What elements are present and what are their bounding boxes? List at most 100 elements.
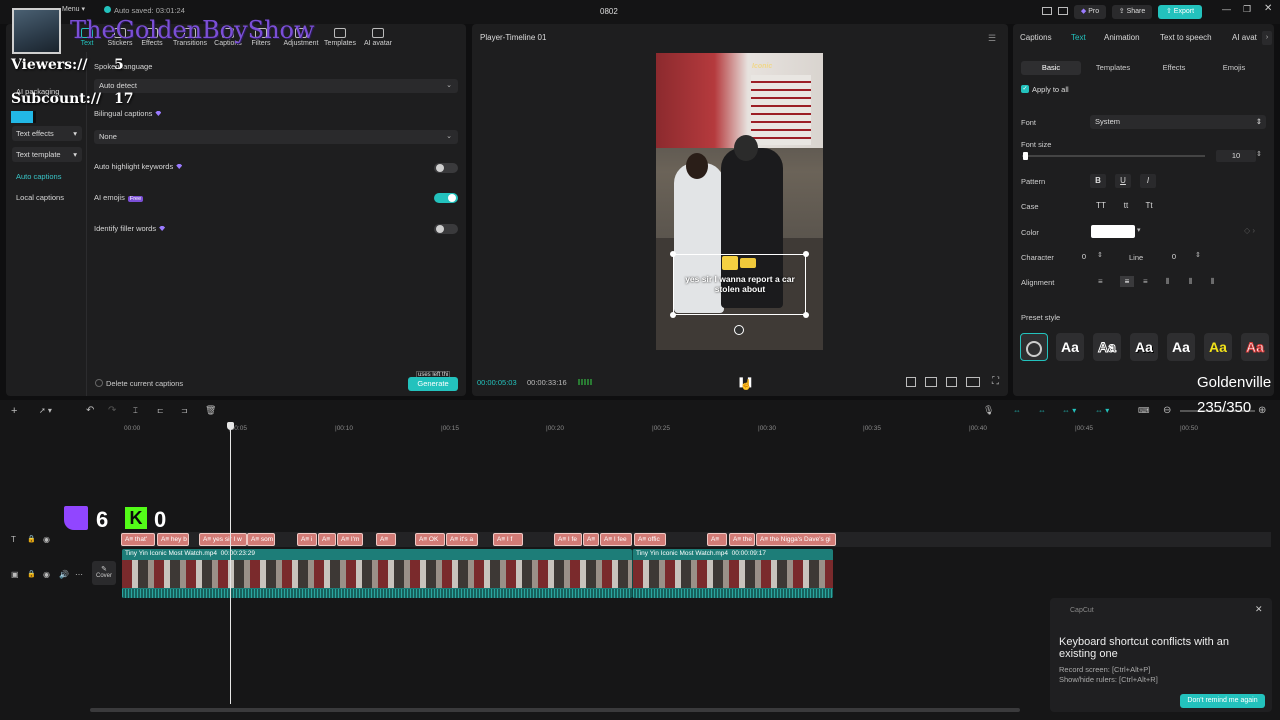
tab-captions-props[interactable]: Captions (1020, 33, 1052, 42)
delete-icon[interactable]: 🗑 (205, 405, 216, 416)
caption-icon[interactable]: ⌨ (1138, 406, 1150, 415)
ratio-icon[interactable] (925, 377, 937, 387)
caption-clip[interactable]: A≡ OK (415, 533, 445, 546)
vertical-top-icon[interactable]: ⫴ (1166, 277, 1169, 287)
nav-auto-captions[interactable]: Auto captions (12, 169, 82, 184)
delete-captions-checkbox[interactable] (95, 379, 103, 387)
caption-clip[interactable]: A≡ the (729, 533, 755, 546)
caption-clip[interactable]: A≡ it's a (446, 533, 478, 546)
monitor-icon[interactable] (1058, 7, 1068, 15)
playhead-handle[interactable] (227, 422, 234, 430)
case-upper-button[interactable]: TT (1092, 199, 1110, 213)
caption-clip[interactable]: A≡ (707, 533, 727, 546)
preset-yellow[interactable]: Aa (1204, 333, 1232, 361)
snap-icon[interactable]: ⇔ ▾ (1095, 406, 1109, 415)
nav-text-effects[interactable]: Text effects ▾ (12, 126, 82, 141)
horizontal-scrollbar[interactable] (90, 708, 1020, 712)
highlight-keywords-toggle[interactable] (434, 163, 458, 173)
tab-text-to-speech[interactable]: Text to speech (1160, 33, 1212, 42)
layout-icon[interactable] (1042, 7, 1052, 15)
eye-icon[interactable]: ◉ (43, 570, 50, 579)
caption-clip[interactable]: A≡ offic (634, 533, 666, 546)
maximize-icon[interactable]: ❐ (1243, 4, 1251, 15)
keyframe-icon[interactable]: ◇ › (1244, 226, 1255, 235)
caption-clip[interactable]: A≡ hey b (157, 533, 189, 546)
trim-left-icon[interactable]: ⊏ (157, 406, 164, 415)
bold-button[interactable]: B (1090, 174, 1106, 188)
caption-clip[interactable]: A≡ yes sir I w (199, 533, 247, 546)
lock-icon[interactable]: 🔒 (27, 535, 36, 543)
magnet-link-icon[interactable]: ⇔ (1013, 406, 1021, 415)
bilingual-select[interactable]: None ⌄ (94, 130, 458, 144)
caption-clip[interactable]: A≡ (318, 533, 336, 546)
vertical-bottom-icon[interactable]: ⫴ (1211, 277, 1214, 287)
case-lower-button[interactable]: tt (1117, 199, 1135, 213)
caption-clip[interactable]: A≡ I f (493, 533, 523, 546)
spoken-language-select[interactable]: Auto detect ⌄ (94, 79, 458, 93)
split-icon[interactable]: ⌶ (133, 406, 138, 416)
resize-handle[interactable] (803, 251, 809, 257)
export-button[interactable]: ⇧ Export (1158, 5, 1202, 19)
pro-button[interactable]: ◆ Pro (1074, 5, 1106, 19)
screenshot-icon[interactable] (946, 377, 957, 387)
playhead[interactable] (230, 422, 231, 704)
speaker-icon[interactable]: 🔊 (59, 570, 69, 579)
quality-icon[interactable] (966, 377, 980, 387)
rotate-handle-icon[interactable] (734, 325, 744, 335)
link-icon[interactable]: ⇔ (1038, 406, 1046, 415)
tab-ai-avatar[interactable]: AI avatar (360, 28, 396, 50)
dont-remind-button[interactable]: Don't remind me again (1180, 694, 1265, 708)
zoom-in-icon[interactable]: ⊕ (1258, 405, 1266, 416)
zoom-out-icon[interactable]: ⊖ (1163, 405, 1171, 416)
cover-button[interactable]: ✎ Cover (92, 561, 116, 585)
preset-red[interactable]: Aa (1241, 333, 1269, 361)
align-left-icon[interactable]: ≡ (1098, 277, 1103, 286)
video-clip[interactable]: Tiny Yin Iconic Most Watch.mp4 00:00:23:… (122, 549, 632, 598)
fullscreen-icon[interactable]: ⛶ (992, 376, 999, 387)
minimize-icon[interactable]: — (1222, 4, 1231, 14)
generate-button[interactable]: Generate (408, 377, 458, 391)
stepper-icon[interactable]: ⇕ (1195, 251, 1201, 259)
stepper-icon[interactable]: ⇕ (1097, 251, 1103, 259)
vertical-center-icon[interactable]: ⫴ (1189, 277, 1192, 287)
preset-outline[interactable]: Aa (1093, 333, 1121, 361)
subtab-effects[interactable]: Effects (1148, 61, 1200, 75)
caption-clip[interactable]: A≡ i (297, 533, 317, 546)
preview-axis-icon[interactable]: ⇔ ▾ (1062, 406, 1076, 415)
caption-clip[interactable]: A≡ som (247, 533, 275, 546)
menu-button[interactable]: Menu ▾ (62, 5, 85, 13)
lock-icon[interactable]: 🔒 (27, 570, 36, 578)
color-swatch[interactable] (1091, 225, 1135, 238)
apply-all-checkbox[interactable]: ✓ (1021, 85, 1029, 93)
preset-none[interactable] (1020, 333, 1048, 361)
caption-clip[interactable]: A≡ (376, 533, 396, 546)
caption-clip[interactable]: A≡ the Nigga's Dave's gi (756, 533, 836, 546)
caption-clip[interactable]: A≡ I'm (337, 533, 363, 546)
caption-clip[interactable]: A≡ I fe (554, 533, 582, 546)
fit-icon[interactable] (906, 377, 916, 387)
stepper-icon[interactable]: ⇕ (1256, 150, 1262, 158)
more-icon[interactable]: ⋯ (75, 570, 83, 579)
font-size-input[interactable]: 10 (1216, 150, 1256, 162)
player-menu-icon[interactable]: ☰ (988, 33, 996, 44)
preset-white[interactable]: Aa (1056, 333, 1084, 361)
tab-templates[interactable]: Templates (322, 28, 358, 50)
nav-local-captions[interactable]: Local captions (12, 190, 82, 205)
microphone-icon[interactable]: 🎙 (983, 405, 994, 416)
font-size-slider[interactable] (1022, 155, 1205, 157)
tab-ai-avatar-props[interactable]: AI avat (1232, 33, 1257, 42)
eye-icon[interactable]: ◉ (43, 535, 50, 544)
subtab-templates[interactable]: Templates (1085, 61, 1141, 75)
font-size-slider-handle[interactable] (1023, 152, 1028, 160)
line-input[interactable]: 0 (1162, 251, 1186, 263)
italic-button[interactable]: I (1140, 174, 1156, 188)
close-icon[interactable]: ✕ (1264, 3, 1272, 14)
case-title-button[interactable]: Tt (1140, 199, 1158, 213)
nav-text-template[interactable]: Text template ▾ (12, 147, 82, 162)
align-center-icon[interactable]: ≡ (1120, 276, 1134, 287)
tabs-scroll-button[interactable]: › (1262, 31, 1272, 45)
redo-icon[interactable]: ↷ (108, 405, 116, 416)
caption-clip[interactable]: A≡ that' (121, 533, 155, 546)
subtab-emojis[interactable]: Emojis (1208, 61, 1260, 75)
undo-icon[interactable]: ↶ (86, 405, 94, 416)
